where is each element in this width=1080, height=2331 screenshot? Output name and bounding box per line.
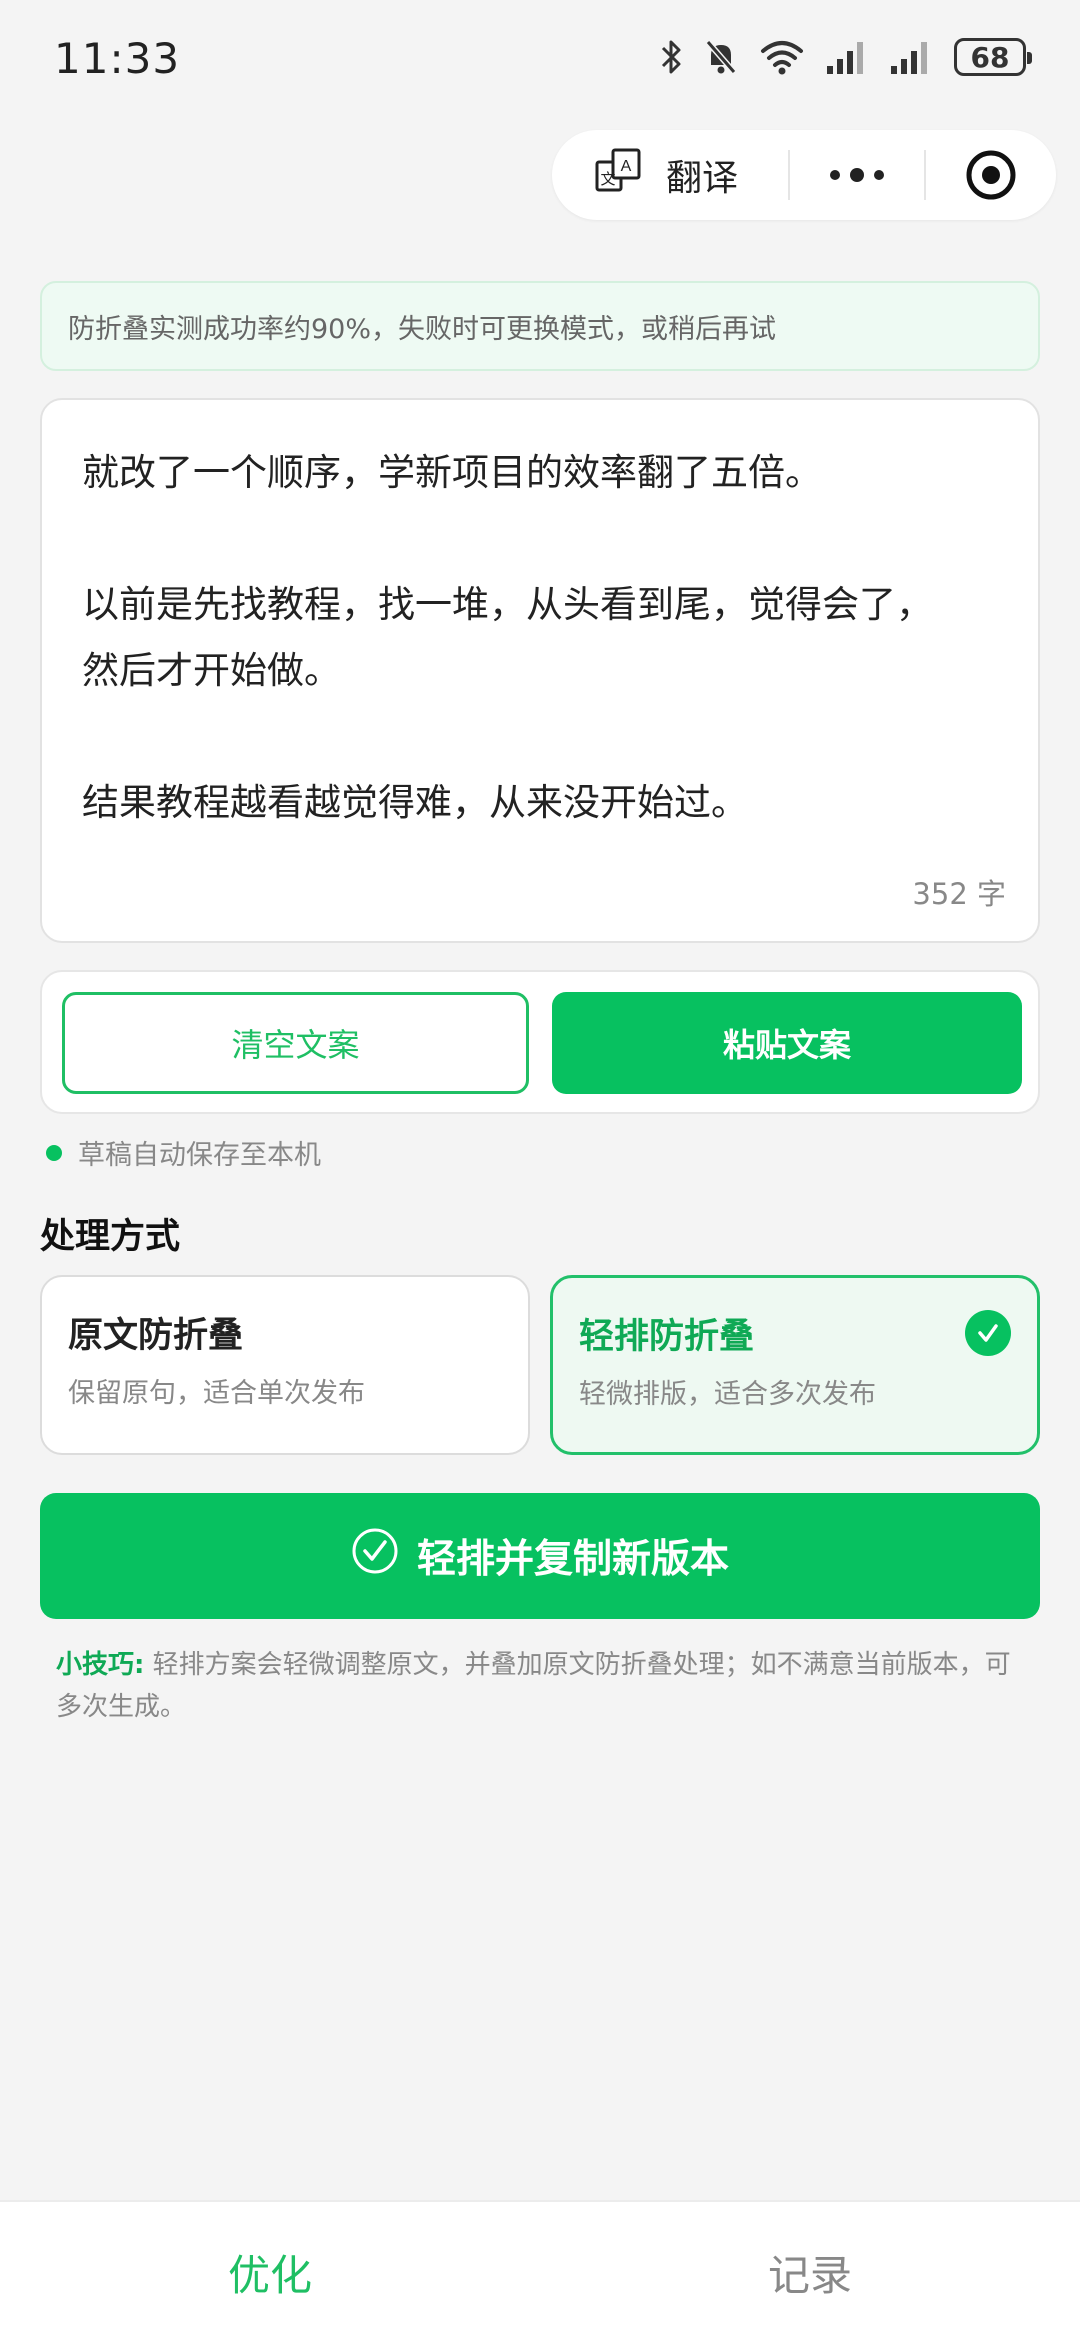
close-mini-program-icon[interactable] — [926, 149, 1056, 201]
mode-desc: 保留原句，适合单次发布 — [68, 1378, 365, 1409]
signal-icon — [890, 39, 932, 75]
action-buttons-card: 清空文案 粘贴文案 — [40, 970, 1040, 1114]
wifi-icon — [760, 38, 804, 76]
char-count: 352 字 — [912, 877, 1006, 911]
svg-text:A: A — [621, 158, 632, 175]
battery-icon: 68 — [954, 38, 1032, 76]
app-screen: 11:33 68 A 文 翻译 防折叠实测成功率约90%，失败时可更换模式，或稍… — [0, 0, 1080, 2331]
mode-desc: 轻微排版，适合多次发布 — [579, 1379, 876, 1410]
autosave-hint: 草稿自动保存至本机 — [46, 1133, 321, 1172]
svg-text:文: 文 — [600, 171, 615, 188]
tab-optimize[interactable]: 优化 — [228, 2242, 312, 2303]
mode-title: 轻排防折叠 — [579, 1317, 755, 1357]
format-copy-button[interactable]: 轻排并复制新版本 — [40, 1493, 1040, 1619]
check-circle-icon — [351, 1527, 417, 1585]
check-icon — [965, 1310, 1011, 1356]
translate-button[interactable]: A 文 翻译 — [552, 147, 788, 204]
status-time: 11:33 — [54, 34, 181, 83]
battery-level: 68 — [970, 40, 1010, 74]
status-dot-icon — [46, 1144, 62, 1161]
mode-title: 原文防折叠 — [68, 1316, 244, 1356]
paste-text-button[interactable]: 粘贴文案 — [552, 992, 1022, 1094]
translate-label: 翻译 — [666, 158, 739, 199]
tip-body: 轻排方案会轻微调整原文，并叠加原文防折叠处理；如不满意当前版本，可多次生成。 — [56, 1650, 1011, 1722]
mute-bell-icon — [704, 38, 738, 76]
mode-card-light[interactable]: 轻排防折叠 轻微排版，适合多次发布 — [550, 1275, 1040, 1455]
editor-line: 就改了一个顺序，学新项目的效率翻了五倍。 — [82, 451, 822, 494]
section-title: 处理方式 — [40, 1217, 181, 1257]
status-bar: 11:33 68 — [0, 0, 1080, 120]
tab-records[interactable]: 记录 — [768, 2242, 852, 2303]
notice-banner: 防折叠实测成功率约90%，失败时可更换模式，或稍后再试 — [40, 281, 1040, 371]
clear-text-button[interactable]: 清空文案 — [62, 992, 529, 1094]
editor-line: 结果教程越看越觉得难，从来没开始过。 — [82, 781, 748, 824]
text-editor[interactable]: 就改了一个顺序，学新项目的效率翻了五倍。 以前是先找教程，找一堆，从头看到尾，觉… — [40, 398, 1040, 943]
signal-icon — [826, 39, 868, 75]
translate-icon: A 文 — [594, 147, 642, 204]
status-icons: 68 — [660, 38, 1032, 76]
editor-line: 以前是先找教程，找一堆，从头看到尾，觉得会了， — [82, 583, 933, 626]
autosave-text: 草稿自动保存至本机 — [78, 1140, 321, 1171]
editor-content[interactable]: 就改了一个顺序，学新项目的效率翻了五倍。 以前是先找教程，找一堆，从头看到尾，觉… — [82, 440, 1002, 836]
cta-label: 轻排并复制新版本 — [416, 1537, 729, 1582]
tip-prefix: 小技巧: — [56, 1650, 145, 1680]
mode-card-original[interactable]: 原文防折叠 保留原句，适合单次发布 — [40, 1275, 530, 1455]
mini-program-capsule: A 文 翻译 — [552, 130, 1056, 220]
bottom-tab-bar: 优化 记录 — [0, 2200, 1080, 2331]
more-icon[interactable] — [790, 168, 924, 182]
editor-line: 然后才开始做。 — [82, 649, 341, 692]
tip-text: 小技巧: 轻排方案会轻微调整原文，并叠加原文防折叠处理；如不满意当前版本，可多次… — [56, 1644, 1026, 1728]
bluetooth-icon — [660, 38, 682, 76]
